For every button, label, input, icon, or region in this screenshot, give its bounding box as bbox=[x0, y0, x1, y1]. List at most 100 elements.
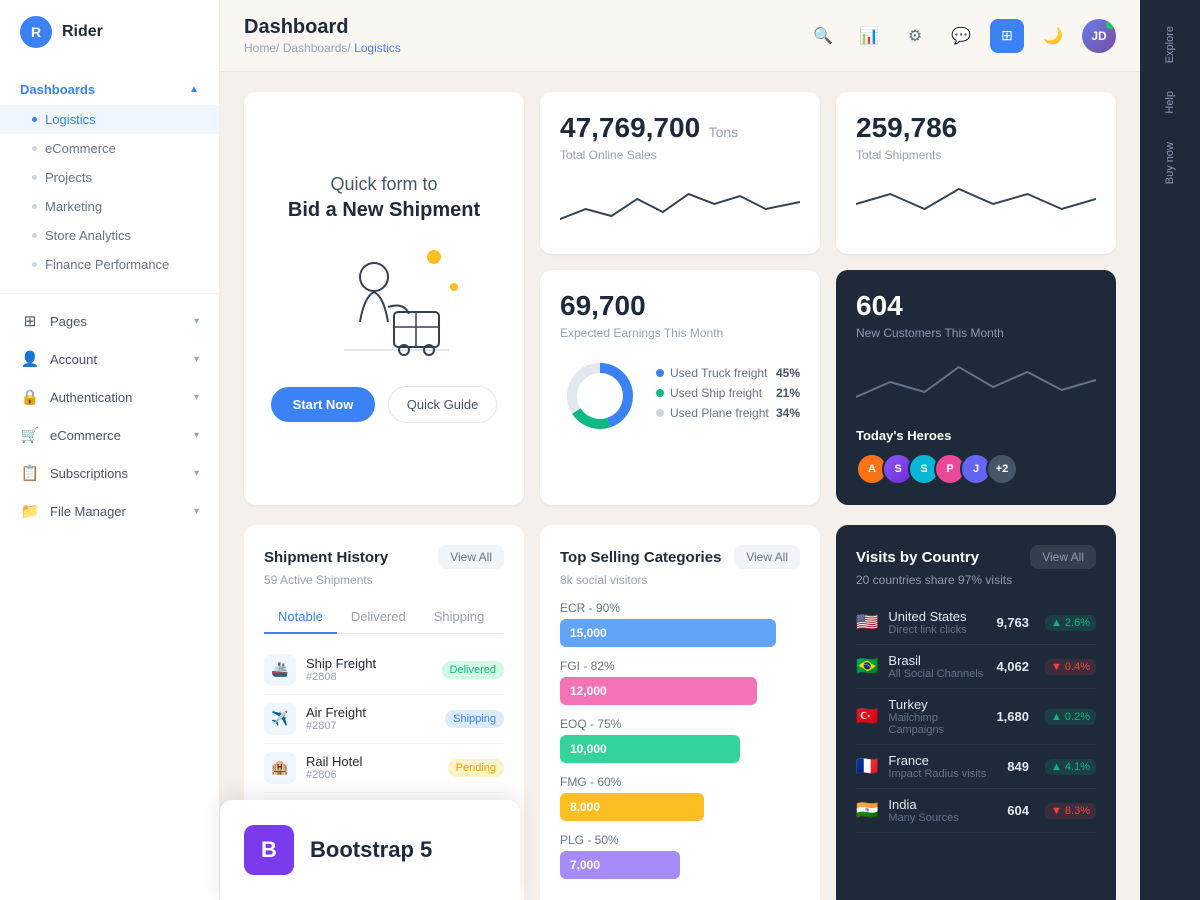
explore-label[interactable]: Explore bbox=[1164, 16, 1176, 73]
breadcrumb-dashboards: Dashboards/ bbox=[283, 41, 354, 55]
dashboards-section: Dashboards ▲ Logistics eCommerce Project… bbox=[0, 68, 219, 285]
history-subtitle: 59 Active Shipments bbox=[264, 573, 504, 587]
tab-shipping[interactable]: Shipping bbox=[420, 601, 499, 634]
sidebar-item-projects[interactable]: Projects bbox=[0, 163, 219, 192]
history-view-all-button[interactable]: View All bbox=[438, 545, 504, 569]
ship-id: #2808 bbox=[306, 671, 432, 683]
bar-value: 15,000 bbox=[570, 626, 607, 640]
country-name: United States bbox=[888, 609, 986, 624]
history-title: Shipment History bbox=[264, 549, 388, 566]
bar-label: ECR - 90% bbox=[560, 601, 800, 615]
settings-button[interactable]: ⚙ bbox=[898, 19, 932, 53]
sidebar-item-store-analytics[interactable]: Store Analytics bbox=[0, 221, 219, 250]
dot-icon bbox=[32, 117, 37, 122]
total-shipments-value: 259,786 bbox=[856, 112, 957, 143]
bar-track: 15,000 bbox=[560, 619, 776, 647]
dashboards-header[interactable]: Dashboards ▲ bbox=[0, 74, 219, 105]
messages-button[interactable]: 💬 bbox=[944, 19, 978, 53]
bar-label: FGI - 82% bbox=[560, 659, 800, 673]
dashboards-label: Dashboards bbox=[20, 82, 95, 97]
total-sales-card: 47,769,700 Tons Total Online Sales bbox=[540, 92, 820, 254]
dot-icon bbox=[32, 175, 37, 180]
customers-label: New Customers This Month bbox=[856, 326, 1096, 340]
visits-subtitle: 20 countries share 97% visits bbox=[856, 573, 1096, 587]
ship-id: #2807 bbox=[306, 720, 435, 732]
flag-tr: 🇹🇷 bbox=[856, 706, 878, 727]
buy-now-label[interactable]: Buy now bbox=[1164, 132, 1176, 194]
dot-icon bbox=[32, 262, 37, 267]
sidebar-item-auth[interactable]: 🔒 Authentication ▾ bbox=[0, 378, 219, 416]
page-title: Dashboard bbox=[244, 16, 401, 39]
breadcrumb-home: Home/ bbox=[244, 41, 283, 55]
theme-toggle-button[interactable]: 🌙 bbox=[1036, 19, 1070, 53]
sidebar-item-subscriptions[interactable]: 📋 Subscriptions ▾ bbox=[0, 454, 219, 492]
bootstrap-overlay: B Bootstrap 5 bbox=[220, 800, 520, 900]
sidebar-item-files[interactable]: 📁 File Manager ▾ bbox=[0, 492, 219, 530]
sidebar-item-logistics[interactable]: Logistics bbox=[0, 105, 219, 134]
sidebar-item-label: Marketing bbox=[45, 199, 102, 214]
pages-icon: ⊞ bbox=[20, 312, 40, 330]
bar-label: FMG - 60% bbox=[560, 775, 800, 789]
shipment-form-card: Quick form to Bid a New Shipment bbox=[244, 92, 524, 505]
country-visits: 9,763 bbox=[996, 615, 1029, 630]
shipment-illustration bbox=[304, 242, 464, 362]
sidebar-item-finance[interactable]: Finance Performance bbox=[0, 250, 219, 279]
auth-icon: 🔒 bbox=[20, 388, 40, 406]
truck-dot bbox=[656, 369, 664, 377]
ship-icon: 🚢 bbox=[264, 654, 296, 686]
form-buttons: Start Now Quick Guide bbox=[271, 386, 498, 423]
total-shipments-label: Total Shipments bbox=[856, 148, 1096, 162]
flag-us: 🇺🇸 bbox=[856, 612, 878, 633]
visits-view-all-button[interactable]: View All bbox=[1030, 545, 1096, 569]
sidebar: R Rider Dashboards ▲ Logistics eCommerce… bbox=[0, 0, 220, 900]
selling-title: Top Selling Categories bbox=[560, 549, 721, 566]
bar-value: 7,000 bbox=[570, 858, 600, 872]
sidebar-item-ecommerce-nav[interactable]: 🛒 eCommerce ▾ bbox=[0, 416, 219, 454]
country-info: France Impact Radius visits bbox=[888, 753, 997, 780]
bar-label: EOQ - 75% bbox=[560, 717, 800, 731]
bar-track: 8,000 bbox=[560, 793, 704, 821]
logo-text: Rider bbox=[62, 23, 103, 41]
total-sales-value: 47,769,700 bbox=[560, 112, 700, 143]
user-avatar[interactable]: JD bbox=[1082, 19, 1116, 53]
header: Dashboard Home/ Dashboards/ Logistics 🔍 … bbox=[220, 0, 1140, 72]
grid-view-button[interactable]: ⊞ bbox=[990, 19, 1024, 53]
truck-freight-item: Used Truck freight 45% bbox=[656, 366, 800, 380]
country-visits: 4,062 bbox=[996, 659, 1029, 674]
shipment-row: 🏨 Rail Hotel #2806 Pending bbox=[264, 744, 504, 793]
tab-notable[interactable]: Notable bbox=[264, 601, 337, 634]
country-name: India bbox=[888, 797, 997, 812]
chart-button[interactable]: 📊 bbox=[852, 19, 886, 53]
country-channel: Impact Radius visits bbox=[888, 768, 997, 780]
ship-label: Used Ship freight bbox=[670, 386, 762, 400]
start-now-button[interactable]: Start Now bbox=[271, 387, 376, 422]
country-row-br: 🇧🇷 Brasil All Social Channels 4,062 ▼ 0.… bbox=[856, 645, 1096, 689]
account-icon: 👤 bbox=[20, 350, 40, 368]
bar-item-plg: PLG - 50% 7,000 bbox=[560, 833, 800, 879]
stat-value-row: 47,769,700 Tons bbox=[560, 112, 800, 144]
search-button[interactable]: 🔍 bbox=[806, 19, 840, 53]
selling-view-all-button[interactable]: View All bbox=[734, 545, 800, 569]
history-tabs: Notable Delivered Shipping bbox=[264, 601, 504, 634]
sidebar-nav-label: Authentication bbox=[50, 390, 132, 405]
sidebar-item-marketing[interactable]: Marketing bbox=[0, 192, 219, 221]
bar-track: 12,000 bbox=[560, 677, 757, 705]
bar-item-fgi: FGI - 82% 12,000 bbox=[560, 659, 800, 705]
form-subtitle: Quick form to bbox=[330, 174, 437, 195]
tab-delivered[interactable]: Delivered bbox=[337, 601, 420, 634]
avatar-initial: JD bbox=[1091, 29, 1106, 43]
header-left: Dashboard Home/ Dashboards/ Logistics bbox=[244, 16, 401, 55]
sidebar-item-pages[interactable]: ⊞ Pages ▾ bbox=[0, 302, 219, 340]
quick-guide-button[interactable]: Quick Guide bbox=[388, 386, 498, 423]
logo[interactable]: R Rider bbox=[0, 16, 219, 68]
sidebar-item-ecommerce[interactable]: eCommerce bbox=[0, 134, 219, 163]
top-selling-card: Top Selling Categories View All 8k socia… bbox=[540, 525, 820, 900]
sales-chart bbox=[560, 174, 800, 234]
ship-id: #2806 bbox=[306, 769, 438, 781]
help-label[interactable]: Help bbox=[1164, 81, 1176, 124]
customers-card: 604 New Customers This Month Today's Her… bbox=[836, 270, 1116, 505]
bar-value: 10,000 bbox=[570, 742, 607, 756]
country-visits: 604 bbox=[1007, 803, 1029, 818]
ship-status: Pending bbox=[448, 759, 504, 777]
sidebar-item-account[interactable]: 👤 Account ▾ bbox=[0, 340, 219, 378]
